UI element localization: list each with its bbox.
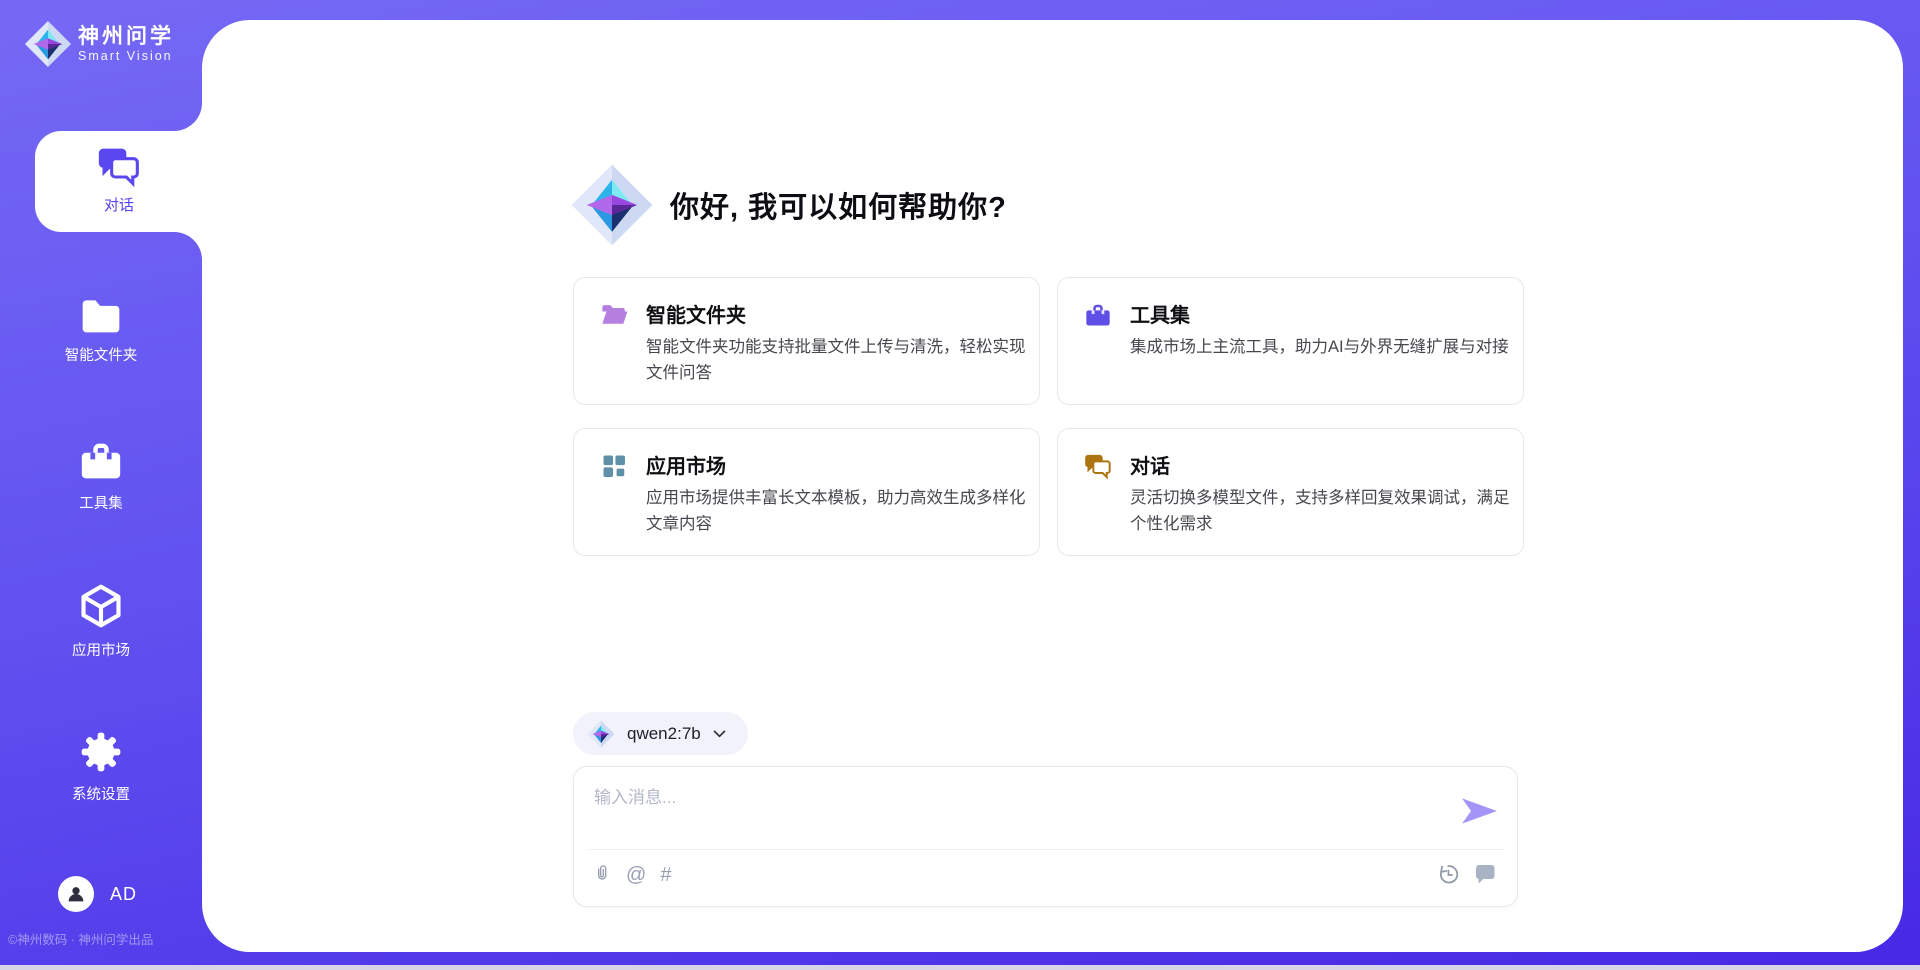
- message-icon: [1473, 861, 1497, 885]
- person-icon: [65, 883, 87, 905]
- composer-divider: [588, 849, 1503, 850]
- page-title: 你好, 我可以如何帮助你?: [670, 184, 1007, 226]
- attach-file-button[interactable]: [592, 861, 612, 888]
- hashtag-button[interactable]: #: [660, 863, 671, 887]
- mention-button[interactable]: @: [626, 863, 646, 887]
- sidebar-item-chat[interactable]: 对话: [35, 131, 203, 232]
- sidebar-item-smart-folder[interactable]: 智能文件夹: [0, 296, 202, 365]
- paperclip-icon: [592, 861, 612, 885]
- gear-icon: [80, 731, 122, 773]
- sidebar: 神州问学 Smart Vision 对话 智能文件夹 工具集: [0, 0, 202, 970]
- card-title: 智能文件夹: [646, 299, 746, 328]
- sidebar-item-settings[interactable]: 系统设置: [0, 731, 202, 804]
- brand-name-en: Smart Vision: [78, 49, 174, 63]
- folder-icon: [79, 296, 123, 334]
- model-logo-icon: [587, 719, 615, 749]
- brand-diamond-icon: [570, 160, 654, 250]
- feature-card-toolset[interactable]: 工具集 集成市场上主流工具，助力AI与外界无缝扩展与对接: [1057, 277, 1524, 405]
- cube-icon: [78, 583, 124, 629]
- copyright-text: ©神州数码 · 神州问学出品: [8, 929, 202, 948]
- tab-corner-top: [174, 103, 202, 131]
- brand-logo: 神州问学 Smart Vision: [24, 20, 174, 68]
- send-button[interactable]: [1461, 797, 1499, 825]
- window-bottom-edge: [0, 965, 1920, 970]
- history-button[interactable]: [1436, 862, 1459, 888]
- sidebar-item-label: 对话: [35, 194, 203, 215]
- chat-icon: [97, 145, 141, 187]
- message-input[interactable]: [594, 783, 1434, 839]
- card-description: 应用市场提供丰富长文本模板，助力高效生成多样化文章内容: [646, 485, 1026, 537]
- card-title: 应用市场: [646, 450, 726, 479]
- briefcase-icon: [1084, 301, 1112, 329]
- user-name: AD: [110, 884, 137, 905]
- brand-diamond-icon: [24, 20, 72, 68]
- grid-icon: [600, 452, 628, 480]
- sidebar-item-label: 工具集: [0, 492, 202, 513]
- sidebar-item-label: 系统设置: [0, 783, 202, 804]
- card-description: 灵活切换多模型文件，支持多样回复效果调试，满足个性化需求: [1130, 485, 1510, 537]
- feature-card-chat[interactable]: 对话 灵活切换多模型文件，支持多样回复效果调试，满足个性化需求: [1057, 428, 1524, 556]
- avatar[interactable]: [58, 876, 94, 912]
- chat-icon: [1084, 452, 1112, 480]
- feedback-message-button[interactable]: [1473, 861, 1497, 888]
- user-profile[interactable]: AD: [58, 876, 137, 912]
- folder-open-icon: [600, 301, 628, 329]
- feature-card-app-market[interactable]: 应用市场 应用市场提供丰富长文本模板，助力高效生成多样化文章内容: [573, 428, 1040, 556]
- feature-card-smart-folder[interactable]: 智能文件夹 智能文件夹功能支持批量文件上传与清洗，轻松实现文件问答: [573, 277, 1040, 405]
- sidebar-item-label: 智能文件夹: [0, 344, 202, 365]
- message-composer: @ #: [573, 766, 1518, 907]
- tab-corner-bottom: [174, 232, 202, 260]
- send-icon: [1461, 797, 1499, 825]
- brand-name-cn: 神州问学: [78, 25, 174, 49]
- greeting-block: 你好, 我可以如何帮助你?: [570, 160, 1007, 250]
- chevron-down-icon: [711, 725, 728, 742]
- history-icon: [1436, 862, 1459, 885]
- toolbox-icon: [79, 440, 123, 482]
- sidebar-item-label: 应用市场: [0, 639, 202, 660]
- card-description: 集成市场上主流工具，助力AI与外界无缝扩展与对接: [1130, 334, 1510, 360]
- sidebar-item-app-market[interactable]: 应用市场: [0, 583, 202, 660]
- card-title: 对话: [1130, 450, 1170, 479]
- model-name: qwen2:7b: [627, 724, 701, 744]
- sidebar-item-toolset[interactable]: 工具集: [0, 440, 202, 513]
- card-title: 工具集: [1130, 299, 1190, 328]
- model-selector[interactable]: qwen2:7b: [573, 712, 748, 755]
- card-description: 智能文件夹功能支持批量文件上传与清洗，轻松实现文件问答: [646, 334, 1026, 386]
